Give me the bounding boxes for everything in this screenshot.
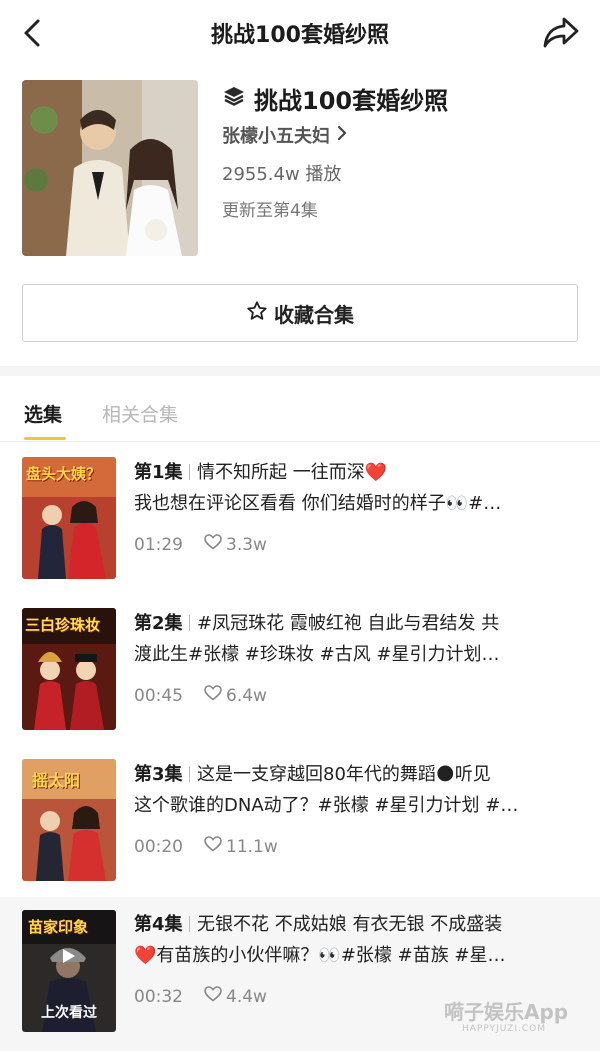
episode-number: 第2集 — [134, 613, 183, 634]
layers-icon — [222, 84, 246, 112]
tab-related-collections[interactable]: 相关合集 — [102, 400, 178, 427]
episode-line-1: 无银不花 不成姑娘 有衣无银 不成盛装 — [197, 914, 503, 935]
tab-bar: 选集 相关合集 — [0, 376, 600, 442]
episode-description: 第2集 #凤冠珠花 霞帔红袍 自此与君结发 共 渡此生#张檬 #珍珠妆 #古风 #… — [134, 608, 580, 670]
share-icon[interactable] — [542, 15, 580, 51]
episode-item[interactable]: 盘头大姨？ 第1集 情不知所起 一往而深❤️ 我也想在评论区看看 你们结婚时的样子… — [0, 457, 600, 607]
watermark-logo: 嗬子娱乐App HAPPYJUZI.COM — [444, 990, 594, 1040]
thumbnail-caption: 盘头大姨？ — [26, 465, 102, 483]
nav-bar: 挑战100套婚纱照 — [0, 0, 600, 66]
collection-header: 挑战100套婚纱照 张檬小五夫妇 2955.4w 播放 更新至第4集 — [22, 80, 582, 256]
episode-meta: 00:32 4.4w — [134, 986, 267, 1007]
thumbnail-caption: 摇太阳 — [32, 771, 81, 790]
episode-item[interactable]: 摇太阳 第3集 这是一支穿越回80年代的舞蹈🌑听见 这个歌谁的DNA动了？#张檬 … — [0, 759, 600, 909]
chevron-right-icon — [336, 125, 348, 145]
collection-cover-image[interactable] — [22, 80, 198, 256]
episode-description: 第1集 情不知所起 一往而深❤️ 我也想在评论区看看 你们结婚时的样子👀#… — [134, 457, 580, 519]
episode-thumbnail: 三白珍珠妆 — [22, 608, 116, 730]
episode-number: 第4集 — [134, 914, 183, 935]
episode-number: 第1集 — [134, 462, 183, 483]
episode-description: 第3集 这是一支穿越回80年代的舞蹈🌑听见 这个歌谁的DNA动了？#张檬 #星引力… — [134, 759, 580, 821]
play-count: 2955.4w 播放 — [222, 164, 342, 185]
star-icon — [246, 300, 268, 326]
thumbnail-caption: 苗家印象 — [28, 918, 89, 936]
episode-line-2: ❤️有苗族的小伙伴嘛？👀#张檬 #苗族 #星… — [134, 945, 506, 966]
author-name: 张檬小五夫妇 — [222, 126, 330, 147]
episode-meta: 00:20 11.1w — [134, 836, 278, 857]
episode-duration: 00:32 — [134, 986, 183, 1007]
watermark-subtext: HAPPYJUZI.COM — [462, 1024, 546, 1034]
episode-likes: 4.4w — [226, 986, 267, 1007]
episode-line-2: 我也想在评论区看看 你们结婚时的样子👀#… — [134, 493, 502, 514]
tab-episodes[interactable]: 选集 — [24, 400, 62, 427]
episode-item[interactable]: 三白珍珠妆 第2集 #凤冠珠花 霞帔红袍 自此与君结发 共 渡此生#张檬 #珍珠妆… — [0, 608, 600, 758]
episode-thumbnail: 苗家印象 上次看过 — [22, 910, 116, 1032]
episode-likes: 11.1w — [226, 836, 278, 857]
episode-description: 第4集 无银不花 不成姑娘 有衣无银 不成盛装 ❤️有苗族的小伙伴嘛？👀#张檬 #… — [134, 909, 580, 971]
episode-likes: 3.3w — [226, 534, 267, 555]
heart-outline-icon — [204, 836, 222, 857]
divider — [188, 464, 191, 480]
heart-outline-icon — [204, 685, 222, 706]
watermark-text: 嗬子娱乐App — [444, 1000, 569, 1024]
episode-line-2: 这个歌谁的DNA动了？#张檬 #星引力计划 #… — [134, 795, 519, 816]
episode-meta: 01:29 3.3w — [134, 534, 267, 555]
section-separator — [0, 366, 600, 376]
last-seen-label: 上次看过 — [41, 1005, 97, 1021]
episode-thumbnail: 摇太阳 — [22, 759, 116, 881]
episode-meta: 00:45 6.4w — [134, 685, 267, 706]
divider — [188, 615, 191, 631]
heart-outline-icon — [204, 986, 222, 1007]
episode-line-1: 这是一支穿越回80年代的舞蹈🌑听见 — [197, 764, 491, 785]
active-tab-indicator — [24, 437, 66, 440]
play-icon — [62, 948, 76, 968]
episode-thumbnail: 盘头大姨？ — [22, 457, 116, 579]
favorite-collection-button[interactable]: 收藏合集 — [22, 284, 578, 342]
episode-line-2: 渡此生#张檬 #珍珠妆 #古风 #星引力计划… — [134, 644, 500, 665]
episode-duration: 00:45 — [134, 685, 183, 706]
episode-likes: 6.4w — [226, 685, 267, 706]
episode-number: 第3集 — [134, 764, 183, 785]
episode-duration: 00:20 — [134, 836, 183, 857]
favorite-label: 收藏合集 — [274, 302, 354, 327]
divider — [188, 766, 191, 782]
episode-line-1: #凤冠珠花 霞帔红袍 自此与君结发 共 — [197, 613, 500, 634]
update-status: 更新至第4集 — [222, 201, 318, 221]
author-link[interactable]: 张檬小五夫妇 — [222, 122, 348, 148]
thumbnail-caption: 三白珍珠妆 — [25, 616, 101, 634]
divider — [188, 916, 191, 932]
episode-duration: 01:29 — [134, 534, 183, 555]
collection-title-row: 挑战100套婚纱照 — [222, 82, 449, 115]
nav-title: 挑战100套婚纱照 — [211, 23, 389, 48]
heart-outline-icon — [204, 534, 222, 555]
episode-line-1: 情不知所起 一往而深❤️ — [197, 462, 388, 483]
collection-title: 挑战100套婚纱照 — [254, 86, 449, 115]
